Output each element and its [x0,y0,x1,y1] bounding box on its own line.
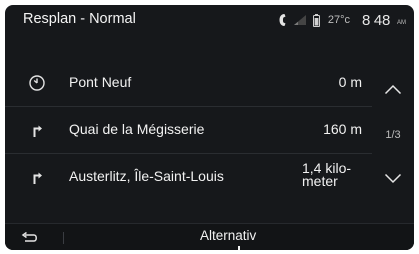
clock-ampm: AM [397,20,406,26]
chevron-up-icon [384,82,402,100]
header: Resplan - Normal 27°c 8 48 AM [5,5,414,47]
back-arrow-icon [19,231,41,250]
temperature-readout: 27°c [327,14,350,26]
chevron-down-icon [384,171,402,189]
bottom-bar: Alternativ [5,223,414,250]
route-step-distance: 160 m [323,121,362,137]
scroll-up-button[interactable] [374,71,412,111]
route-row[interactable]: Austerlitz, Île-Saint-Louis 1,4 kilo-met… [5,154,372,200]
back-button[interactable] [19,230,41,246]
nav-display: Resplan - Normal 27°c 8 48 AM Pont Neuf … [5,5,414,250]
page-indicator: 1/3 [385,129,401,141]
alternative-button[interactable]: Alternativ [200,228,256,243]
screen: Resplan - Normal 27°c 8 48 AM Pont Neuf … [0,0,419,254]
list-pager: 1/3 [374,68,412,203]
clock-icon [27,73,47,93]
signal-icon [293,14,307,26]
turn-right-icon [27,120,47,140]
status-bar: 27°c 8 48 AM [278,10,406,30]
route-row[interactable]: Quai de la Mégisserie 160 m [5,107,372,154]
turn-right-icon [27,167,47,187]
route-list: Pont Neuf 0 m Quai de la Mégisserie 160 … [5,60,372,200]
route-step-distance: 1,4 kilo-meter [302,160,352,189]
page-title: Resplan - Normal [23,11,136,27]
alternative-marker [238,246,240,250]
clock-time: 8 48 [362,11,390,29]
route-step-distance: 0 m [338,74,362,90]
phone-icon [278,13,287,27]
battery-icon [312,13,320,27]
route-step-name: Quai de la Mégisserie [69,121,205,137]
route-step-name: Austerlitz, Île-Saint-Louis [69,168,224,184]
route-step-name: Pont Neuf [69,74,132,90]
scroll-down-button[interactable] [374,160,412,200]
bar-divider [63,232,64,244]
route-row[interactable]: Pont Neuf 0 m [5,60,372,107]
